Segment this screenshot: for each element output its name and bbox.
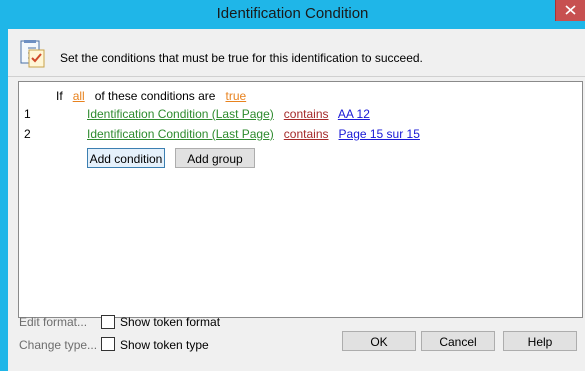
show-token-format-checkbox[interactable] — [101, 315, 115, 329]
header-description: Set the conditions that must be true for… — [60, 51, 423, 65]
condition-field-link[interactable]: Identification Condition (Last Page) — [87, 107, 274, 121]
condition-row-number: 2 — [24, 127, 31, 141]
checklist-icon — [20, 40, 45, 68]
window-title: Identification Condition — [216, 5, 369, 22]
close-button[interactable] — [555, 0, 585, 21]
add-group-button[interactable]: Add group — [175, 148, 255, 168]
dialog-body: Set the conditions that must be true for… — [8, 29, 585, 371]
show-token-type-checkbox[interactable] — [101, 337, 115, 351]
condition-field-link[interactable]: Identification Condition (Last Page) — [87, 127, 274, 141]
condition-value-link[interactable]: AA 12 — [338, 107, 370, 121]
change-type-link[interactable]: Change type... — [19, 338, 97, 352]
quantifier-link[interactable]: all — [73, 89, 85, 103]
show-token-type-label[interactable]: Show token type — [120, 338, 209, 352]
show-token-format-label[interactable]: Show token format — [120, 315, 220, 329]
conditions-panel: If all of these conditions are true 1 Id… — [18, 81, 583, 318]
condition-row-number: 1 — [24, 107, 31, 121]
condition-row: Identification Condition (Last Page) con… — [87, 127, 420, 141]
header-divider — [8, 76, 585, 77]
close-icon — [565, 5, 576, 15]
condition-row: Identification Condition (Last Page) con… — [87, 107, 370, 121]
condition-operator-link[interactable]: contains — [284, 127, 329, 141]
title-bar[interactable]: Identification Condition — [0, 0, 585, 29]
dialog-window: Identification Condition Set the conditi… — [0, 0, 585, 371]
add-condition-button[interactable]: Add condition — [87, 148, 165, 168]
help-button[interactable]: Help — [503, 331, 577, 351]
if-label: If — [56, 89, 63, 103]
truth-link[interactable]: true — [225, 89, 246, 103]
condition-summary: If all of these conditions are true — [56, 89, 246, 103]
ok-button[interactable]: OK — [342, 331, 416, 351]
edit-format-link[interactable]: Edit format... — [19, 315, 87, 329]
summary-middle-text: of these conditions are — [94, 89, 216, 103]
cancel-button[interactable]: Cancel — [421, 331, 495, 351]
condition-value-link[interactable]: Page 15 sur 15 — [339, 127, 420, 141]
condition-operator-link[interactable]: contains — [284, 107, 329, 121]
